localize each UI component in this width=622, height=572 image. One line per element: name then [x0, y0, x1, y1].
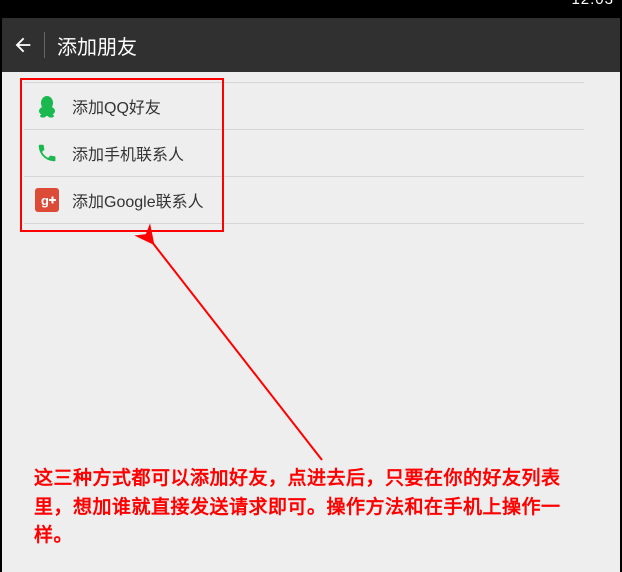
app-header: 添加朋友 — [2, 18, 620, 72]
clock: 12.03 — [571, 0, 614, 8]
option-add-google-contact[interactable]: g 添加Google联系人 — [24, 177, 584, 224]
phone-icon — [34, 140, 60, 166]
qq-icon — [34, 93, 60, 119]
option-label: 添加手机联系人 — [72, 141, 184, 165]
add-friend-options: 添加QQ好友 添加手机联系人 g — [24, 82, 584, 224]
option-add-phone-contact[interactable]: 添加手机联系人 — [24, 130, 584, 177]
header-divider — [44, 32, 45, 58]
annotation-text: 这三种方式都可以添加好友，点进去后，只要在你的好友列表里，想加谁就直接发送请求即… — [34, 465, 584, 551]
back-button[interactable] — [2, 18, 44, 72]
back-arrow-icon — [12, 34, 34, 56]
google-plus-icon: g — [34, 187, 60, 213]
screen: 12.03 添加朋友 添加QQ好友 — [0, 0, 622, 572]
svg-text:g: g — [41, 193, 49, 208]
option-add-qq-friend[interactable]: 添加QQ好友 — [24, 83, 584, 130]
option-label: 添加QQ好友 — [72, 94, 161, 118]
page-title: 添加朋友 — [57, 31, 137, 60]
status-bar: 12.03 — [2, 0, 620, 18]
option-label: 添加Google联系人 — [72, 188, 204, 212]
